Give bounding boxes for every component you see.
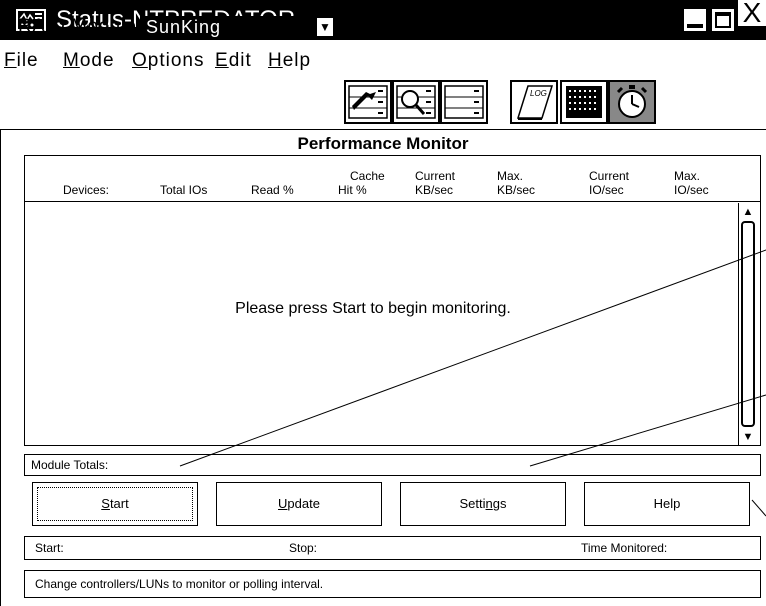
menu-mode[interactable]: Mode <box>63 50 115 72</box>
empty-message: Please press Start to begin monitoring. <box>235 300 511 317</box>
raid-module-select[interactable]: SunKing <box>140 16 312 38</box>
scroll-track[interactable] <box>741 221 755 427</box>
stop-time-label: Stop: <box>289 541 318 555</box>
table-header: Devices: Total IOs Read % Cache Hit % Cur… <box>25 156 760 202</box>
column-header: Max. IO/sec <box>674 169 709 197</box>
arrow-down-icon: ▼ <box>319 20 331 34</box>
time-monitored-label: Time Monitored: <box>581 541 668 555</box>
status-bar: Change controllers/LUNs to monitor or po… <box>24 570 761 598</box>
column-header: Devices: <box>63 183 110 197</box>
log-button[interactable]: LOG <box>510 80 558 124</box>
maintenance-button[interactable] <box>440 80 488 124</box>
svg-text:LOG: LOG <box>530 89 547 98</box>
minimize-icon <box>687 24 703 28</box>
recovery-button[interactable] <box>392 80 440 124</box>
configuration-button[interactable] <box>344 80 392 124</box>
column-header: Total IOs <box>160 183 208 197</box>
settings-button[interactable]: Settings <box>400 482 566 526</box>
raid-module-label: RAID Module: <box>18 16 143 37</box>
menu-bar: File Mode Options Edit Help <box>0 40 766 74</box>
performance-grid-icon <box>566 86 602 118</box>
maintenance-icon <box>444 85 484 119</box>
log-icon: LOG <box>516 85 554 120</box>
update-button[interactable]: Update <box>216 482 382 526</box>
help-button[interactable]: Help <box>584 482 750 526</box>
recovery-icon <box>396 85 436 119</box>
menu-help[interactable]: Help <box>268 50 311 72</box>
menu-edit[interactable]: Edit <box>215 50 252 72</box>
focus-ring <box>37 487 193 521</box>
scroll-down-arrow-icon[interactable]: ▼ <box>740 430 756 444</box>
column-header: Current IO/sec <box>589 169 630 197</box>
menu-file[interactable]: File <box>4 50 39 72</box>
status-button[interactable] <box>608 80 656 124</box>
configuration-icon <box>348 85 388 119</box>
maximize-icon <box>715 12 731 28</box>
scroll-up-arrow-icon[interactable]: ▲ <box>740 205 756 219</box>
performance-monitor-button[interactable] <box>560 80 608 124</box>
column-header: Current KB/sec <box>415 169 456 197</box>
column-header: Read % <box>251 183 294 197</box>
maximize-button[interactable] <box>710 7 736 33</box>
panel-title: Performance Monitor <box>297 134 469 153</box>
monitor-times: Start: Stop: Time Monitored: <box>24 536 761 560</box>
start-time-label: Start: <box>35 541 64 555</box>
raid-dropdown-button[interactable]: ▼ <box>316 17 334 37</box>
module-totals: Module Totals: <box>24 454 761 476</box>
column-header: Max. KB/sec <box>497 169 536 197</box>
close-button[interactable]: X <box>738 0 766 27</box>
status-clock-icon <box>616 85 648 118</box>
column-header: Cache Hit % <box>338 169 385 197</box>
minimize-button[interactable] <box>682 7 708 33</box>
menu-options[interactable]: Options <box>132 50 204 72</box>
start-button[interactable]: Start <box>32 482 198 526</box>
